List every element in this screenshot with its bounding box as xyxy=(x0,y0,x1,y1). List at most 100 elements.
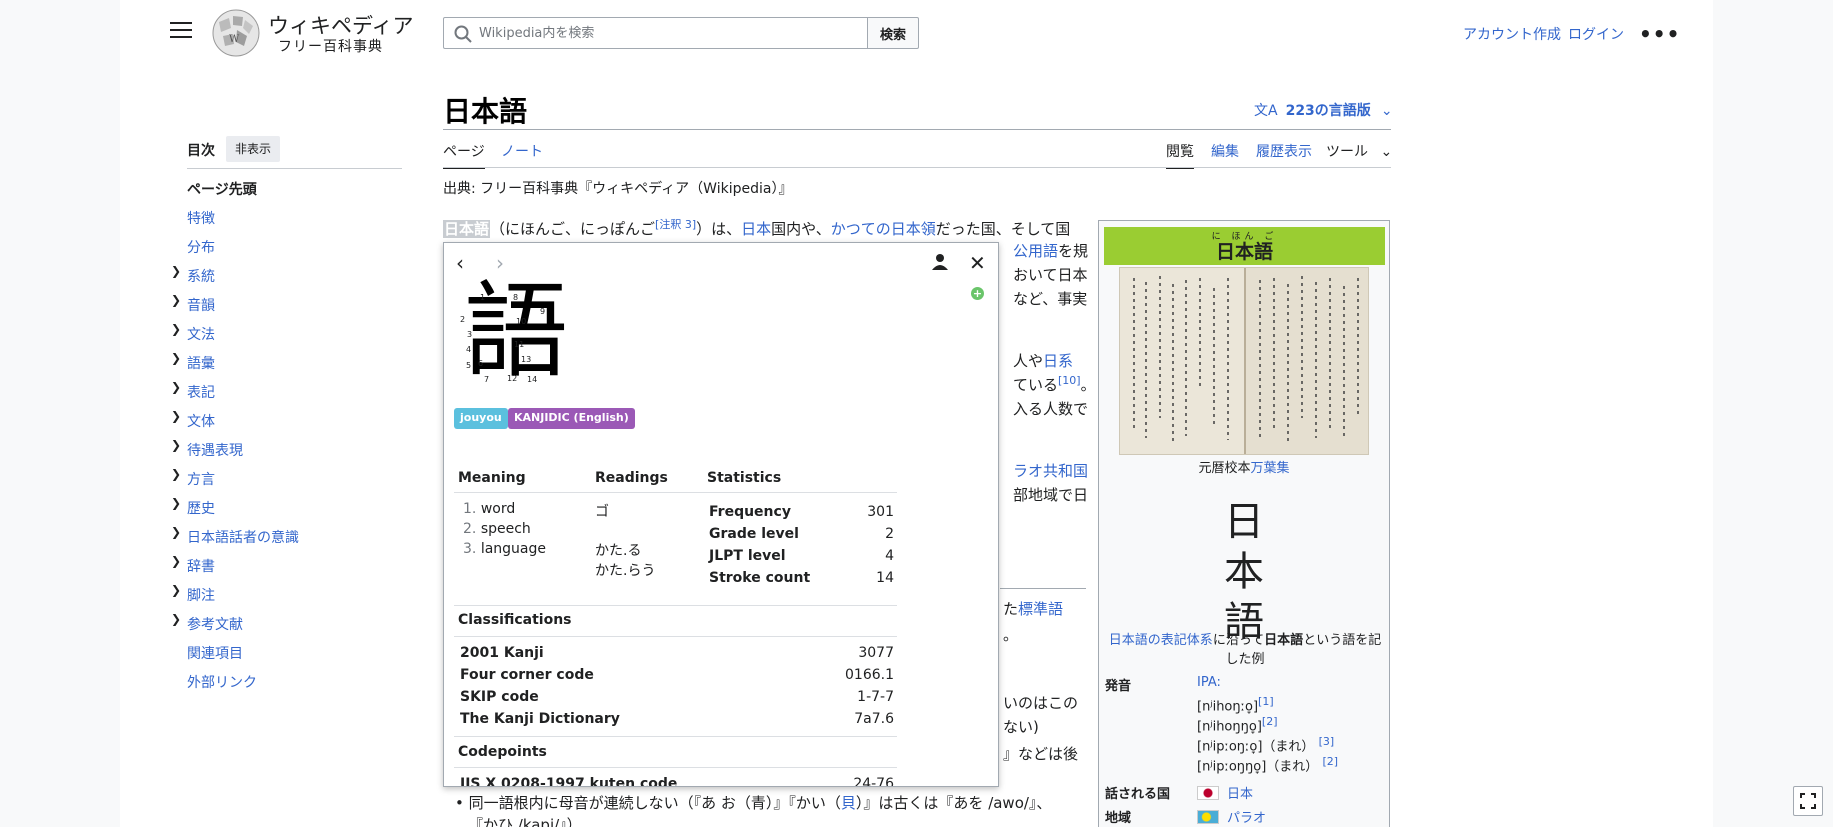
tools-menu[interactable]: ツール ⌄ xyxy=(1326,141,1392,161)
manyoshu-image[interactable] xyxy=(1119,267,1369,455)
text-fragment: ている xyxy=(1013,376,1059,394)
link-shell[interactable]: 貝 xyxy=(841,794,856,812)
tab-page[interactable]: ページ xyxy=(443,141,485,169)
text-fragment: を規 xyxy=(1058,242,1089,260)
toc-item-distribution[interactable]: 分布 xyxy=(187,237,215,257)
text-fragment: ている[10]。 xyxy=(1013,374,1096,395)
caption-text: に沿って xyxy=(1212,633,1265,648)
chevron-right-icon[interactable]: ❯ xyxy=(171,351,181,365)
link-japan-country[interactable]: 日本 xyxy=(1227,787,1253,802)
footnote-ref[interactable]: [注釈 3] xyxy=(655,218,696,231)
class-label: The Kanji Dictionary xyxy=(460,711,620,727)
chevron-right-icon[interactable]: ❯ xyxy=(171,583,181,597)
chevron-right-icon[interactable]: ❯ xyxy=(171,467,181,481)
toc-item-lineage[interactable]: 系統 xyxy=(187,266,215,286)
footnote-ref[interactable]: [10] xyxy=(1058,374,1081,387)
link-standard-language[interactable]: 標準語 xyxy=(1018,600,1063,618)
class-label: 2001 Kanji xyxy=(460,645,544,661)
toc-item-grammar[interactable]: 文法 xyxy=(187,324,215,344)
footnote-ref[interactable]: [2] xyxy=(1322,755,1338,768)
link-ipa[interactable]: IPA: xyxy=(1197,675,1221,690)
stroke-number: 10 xyxy=(516,317,527,326)
tab-history[interactable]: 履歴表示 xyxy=(1256,141,1312,161)
translate-icon: 文A xyxy=(1254,103,1278,119)
search-button[interactable]: 検索 xyxy=(867,17,919,49)
chevron-right-icon[interactable]: ❯ xyxy=(171,612,181,626)
toc-item-phonology[interactable]: 音韻 xyxy=(187,295,215,315)
toc-item-vocabulary[interactable]: 語彙 xyxy=(187,353,215,373)
create-account-link[interactable]: アカウント作成 xyxy=(1463,24,1561,44)
text-fragment: 部地域で日 xyxy=(1013,486,1089,504)
pronunciation-label: 発音 xyxy=(1105,679,1132,694)
footnote-ref[interactable]: [3] xyxy=(1319,735,1335,748)
chevron-right-icon[interactable]: ❯ xyxy=(171,438,181,452)
more-options-icon[interactable]: ••• xyxy=(1639,22,1680,46)
image-caption: 元暦校本万葉集 xyxy=(1099,457,1389,476)
close-button[interactable]: ✕ xyxy=(969,251,986,275)
stat-label: Grade level xyxy=(709,526,799,542)
link-palau-country[interactable]: パラオ xyxy=(1227,811,1266,826)
chevron-right-icon[interactable]: ❯ xyxy=(171,293,181,307)
toc-item-external-links[interactable]: 外部リンク xyxy=(187,672,257,692)
tab-edit[interactable]: 編集 xyxy=(1211,141,1239,161)
fullscreen-button[interactable] xyxy=(1793,786,1823,816)
meaning-item: 2. speech xyxy=(463,521,531,537)
wikipedia-globe-icon[interactable]: W xyxy=(209,8,263,58)
footnote-ref[interactable]: [1] xyxy=(1258,695,1274,708)
toc-item-related[interactable]: 関連項目 xyxy=(187,643,243,663)
text-fragment: 入る人数で xyxy=(1013,400,1089,418)
link-nikkei[interactable]: 日系 xyxy=(1043,352,1073,370)
meaning-header: Meaning xyxy=(458,470,526,486)
toc-item-style[interactable]: 文体 xyxy=(187,411,215,431)
link-japan[interactable]: 日本 xyxy=(741,220,771,238)
toc-item-top[interactable]: ページ先頭 xyxy=(187,179,257,199)
toc-hide-button[interactable]: 非表示 xyxy=(226,136,281,162)
chevron-right-icon[interactable]: ❯ xyxy=(171,322,181,336)
tab-read[interactable]: 閲覧 xyxy=(1166,141,1194,169)
pronunciation-item: [nʲihoŋŋo̞][2] xyxy=(1197,715,1278,734)
text-fragment: 人や日系 xyxy=(1013,350,1073,371)
toc-item-features[interactable]: 特徴 xyxy=(187,208,215,228)
toc-item-dialects[interactable]: 方言 xyxy=(187,469,215,489)
meaning-text: word xyxy=(480,501,516,517)
toc-item-history[interactable]: 歴史 xyxy=(187,498,215,518)
link-former-territory[interactable]: かつての日本領 xyxy=(831,220,936,238)
previous-button[interactable]: ‹ xyxy=(456,251,464,275)
footnote-ref[interactable]: [2] xyxy=(1262,715,1278,728)
toc-item-writing[interactable]: 表記 xyxy=(187,382,215,402)
link-manyoshu[interactable]: 万葉集 xyxy=(1251,461,1290,476)
chevron-right-icon[interactable]: ❯ xyxy=(171,496,181,510)
stroke-number: 1 xyxy=(480,293,486,302)
stat-value: 14 xyxy=(876,570,894,586)
toc-item-notes[interactable]: 脚注 xyxy=(187,585,215,605)
toc-item-honorifics[interactable]: 待遇表現 xyxy=(187,440,243,460)
add-icon[interactable]: + xyxy=(971,287,984,300)
stroke-number: 5 xyxy=(466,361,472,370)
chevron-right-icon[interactable]: ❯ xyxy=(171,380,181,394)
toc-item-references[interactable]: 参考文献 xyxy=(187,614,243,634)
reading-item: かた.らう xyxy=(595,563,656,579)
tab-talk[interactable]: ノート xyxy=(501,141,543,161)
link-official-language[interactable]: 公用語 xyxy=(1013,242,1058,260)
tag-kanjidic[interactable]: KANJIDIC (English) xyxy=(508,408,635,429)
chevron-right-icon[interactable]: ❯ xyxy=(171,264,181,278)
search-input[interactable] xyxy=(479,22,859,44)
main-menu-icon[interactable] xyxy=(170,22,192,40)
search-icon xyxy=(454,25,472,43)
chevron-right-icon[interactable]: ❯ xyxy=(171,525,181,539)
user-icon[interactable] xyxy=(931,253,949,271)
toc-item-dictionaries[interactable]: 辞書 xyxy=(187,556,215,576)
classifications-header: Classifications xyxy=(458,612,572,628)
login-link[interactable]: ログイン xyxy=(1568,24,1624,44)
text-fragment: おいて日本 xyxy=(1013,266,1088,284)
link-palau[interactable]: ラオ共和国 xyxy=(1013,460,1088,481)
toc-item-speaker-awareness[interactable]: 日本語話者の意識 xyxy=(187,527,299,547)
readings-header: Readings xyxy=(595,470,668,486)
chevron-right-icon[interactable]: ❯ xyxy=(171,409,181,423)
language-button[interactable]: 文A 223の言語版 ⌄ xyxy=(1254,100,1393,120)
stroke-number: 6 xyxy=(478,359,484,368)
link-writing-system[interactable]: 日本語の表記体系 xyxy=(1109,633,1213,648)
search-box[interactable] xyxy=(443,17,869,49)
chevron-right-icon[interactable]: ❯ xyxy=(171,554,181,568)
tag-jouyou[interactable]: jouyou xyxy=(454,408,508,429)
